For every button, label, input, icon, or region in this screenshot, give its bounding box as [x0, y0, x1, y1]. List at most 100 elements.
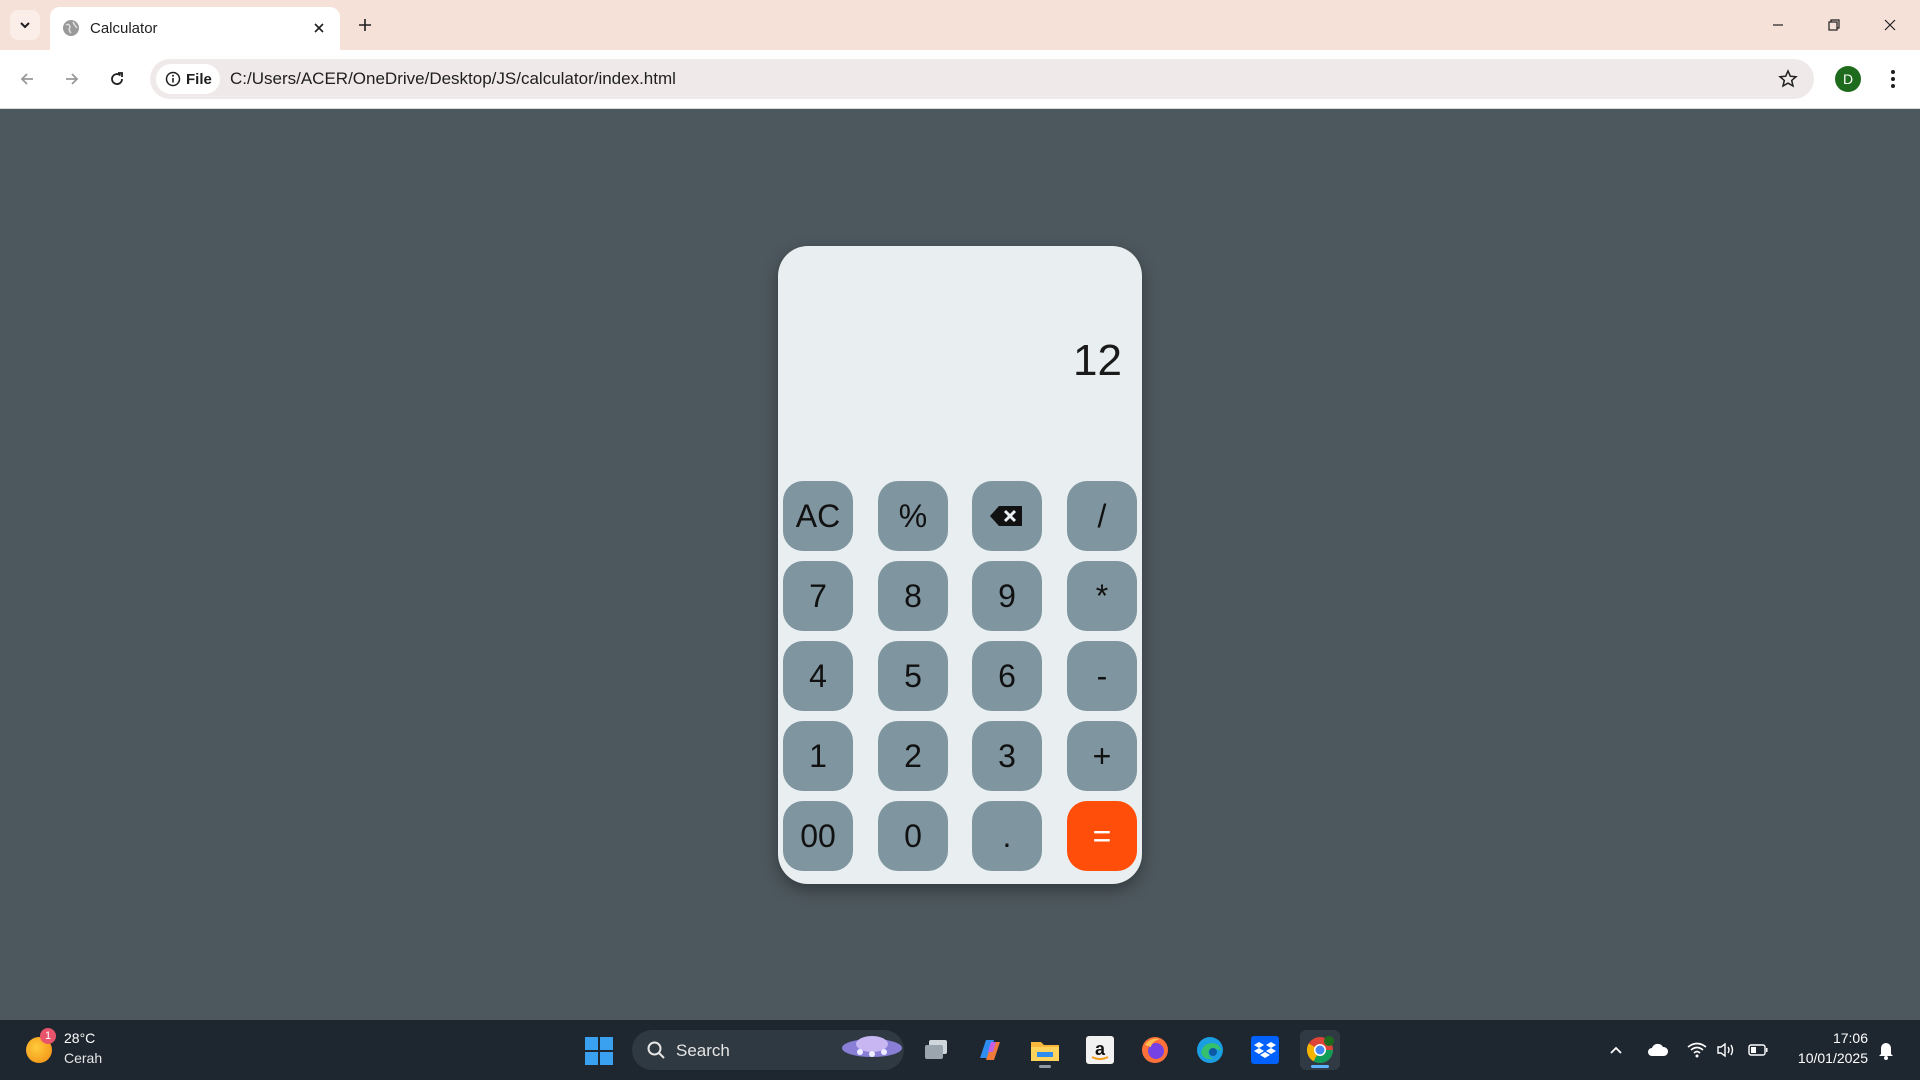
- double-zero-button[interactable]: 00: [783, 801, 853, 871]
- divide-button[interactable]: /: [1067, 481, 1137, 551]
- close-icon: [1884, 19, 1896, 31]
- key-label: -: [1096, 657, 1108, 694]
- url-text[interactable]: C:/Users/ACER/OneDrive/Desktop/JS/calcul…: [230, 69, 676, 89]
- digit-6-button[interactable]: 6: [972, 641, 1042, 711]
- key-label: 2: [904, 737, 922, 774]
- onedrive-tray[interactable]: [1646, 1038, 1670, 1062]
- app-running-indicator: [1039, 1065, 1051, 1068]
- key-label: 0: [904, 817, 922, 854]
- tab-calculator[interactable]: Calculator: [50, 7, 340, 50]
- browser-tab-bar: Calculator: [0, 0, 1920, 50]
- tab-search-button[interactable]: [10, 10, 40, 40]
- volume-tray[interactable]: [1714, 1038, 1738, 1062]
- task-view-icon: [925, 1040, 947, 1059]
- profile-avatar[interactable]: D: [1835, 66, 1861, 92]
- battery-icon: [1748, 1044, 1768, 1056]
- tab-title: Calculator: [90, 20, 158, 37]
- browser-menu-button[interactable]: [1878, 64, 1908, 94]
- key-label: 4: [809, 657, 827, 694]
- taskbar-firefox[interactable]: [1135, 1030, 1175, 1070]
- decimal-button[interactable]: .: [972, 801, 1042, 871]
- bookmark-button[interactable]: [1776, 67, 1800, 91]
- key-label: 8: [904, 577, 922, 614]
- key-label: +: [1092, 737, 1112, 774]
- display-value: 12: [1073, 336, 1122, 385]
- digit-4-button[interactable]: 4: [783, 641, 853, 711]
- minimize-button[interactable]: [1750, 0, 1806, 50]
- battery-tray[interactable]: [1746, 1038, 1770, 1062]
- digit-0-button[interactable]: 0: [878, 801, 948, 871]
- taskbar-dropbox[interactable]: [1245, 1030, 1285, 1070]
- search-highlight-icon: [842, 1036, 902, 1057]
- bell-icon: [1879, 1043, 1893, 1060]
- close-tab-button[interactable]: [308, 17, 330, 39]
- chrome-icon: [1306, 1036, 1334, 1064]
- restore-button[interactable]: [1806, 0, 1862, 50]
- percent-button[interactable]: %: [878, 481, 948, 551]
- key-label: 9: [998, 577, 1016, 614]
- svg-text:a: a: [1095, 1039, 1106, 1059]
- browser-toolbar: File C:/Users/ACER/OneDrive/Desktop/JS/c…: [0, 50, 1920, 109]
- clock-time[interactable]: 17:06: [1830, 1030, 1868, 1046]
- key-label: /: [1097, 497, 1107, 534]
- digit-3-button[interactable]: 3: [972, 721, 1042, 791]
- taskbar-edge[interactable]: [1190, 1030, 1230, 1070]
- weather-temperature: 28°C: [64, 1030, 96, 1046]
- close-icon: [314, 23, 324, 33]
- backspace-icon: [990, 506, 1022, 526]
- address-bar[interactable]: File C:/Users/ACER/OneDrive/Desktop/JS/c…: [150, 59, 1814, 99]
- taskbar: 1 28°C Cerah Search a 17:06 10/01/2025: [0, 1020, 1920, 1080]
- speaker-icon: [1717, 1042, 1734, 1058]
- start-button[interactable]: [585, 1037, 613, 1065]
- cloud-icon: [1648, 1043, 1669, 1056]
- taskbar-task-view[interactable]: [916, 1030, 956, 1070]
- digit-1-button[interactable]: 1: [783, 721, 853, 791]
- dropbox-icon: [1251, 1036, 1279, 1064]
- key-label: 5: [904, 657, 922, 694]
- digit-2-button[interactable]: 2: [878, 721, 948, 791]
- key-label: 7: [809, 577, 827, 614]
- key-label: %: [898, 497, 928, 534]
- close-window-button[interactable]: [1862, 0, 1918, 50]
- calculator-display: 12: [778, 246, 1142, 476]
- plus-icon: [359, 19, 371, 31]
- search-icon: [647, 1041, 665, 1059]
- firefox-icon: [1142, 1037, 1168, 1063]
- taskbar-amazon[interactable]: a: [1080, 1030, 1120, 1070]
- notification-badge: 1: [40, 1028, 56, 1044]
- taskbar-chrome[interactable]: [1300, 1030, 1340, 1070]
- reload-icon: [111, 72, 123, 85]
- key-label: 3: [998, 737, 1016, 774]
- reload-button[interactable]: [100, 62, 134, 96]
- amazon-icon: a: [1086, 1036, 1114, 1064]
- digit-8-button[interactable]: 8: [878, 561, 948, 631]
- subtract-button[interactable]: -: [1067, 641, 1137, 711]
- add-button[interactable]: +: [1067, 721, 1137, 791]
- new-tab-button[interactable]: [350, 10, 380, 40]
- digit-7-button[interactable]: 7: [783, 561, 853, 631]
- equals-button[interactable]: =: [1067, 801, 1137, 871]
- back-button[interactable]: [10, 62, 44, 96]
- edge-icon: [1197, 1037, 1223, 1063]
- more-vertical-icon: [1891, 70, 1895, 88]
- clear-button[interactable]: AC: [783, 481, 853, 551]
- star-icon: [1778, 69, 1798, 88]
- site-info-chip[interactable]: File: [156, 64, 220, 94]
- copilot-icon: [980, 1040, 1000, 1060]
- key-label: =: [1092, 817, 1112, 854]
- forward-button[interactable]: [55, 62, 89, 96]
- show-hidden-icons-button[interactable]: [1604, 1038, 1628, 1062]
- notifications-button[interactable]: [1874, 1038, 1898, 1062]
- key-label: AC: [795, 497, 841, 534]
- taskbar-copilot[interactable]: [970, 1030, 1010, 1070]
- key-label: .: [1002, 817, 1012, 854]
- backspace-button[interactable]: [972, 481, 1042, 551]
- restore-icon: [1828, 19, 1840, 31]
- taskbar-file-explorer[interactable]: [1025, 1030, 1065, 1070]
- digit-9-button[interactable]: 9: [972, 561, 1042, 631]
- multiply-button[interactable]: *: [1067, 561, 1137, 631]
- digit-5-button[interactable]: 5: [878, 641, 948, 711]
- globe-icon: [63, 20, 79, 36]
- clock-date[interactable]: 10/01/2025: [1786, 1050, 1868, 1066]
- network-tray[interactable]: [1685, 1038, 1709, 1062]
